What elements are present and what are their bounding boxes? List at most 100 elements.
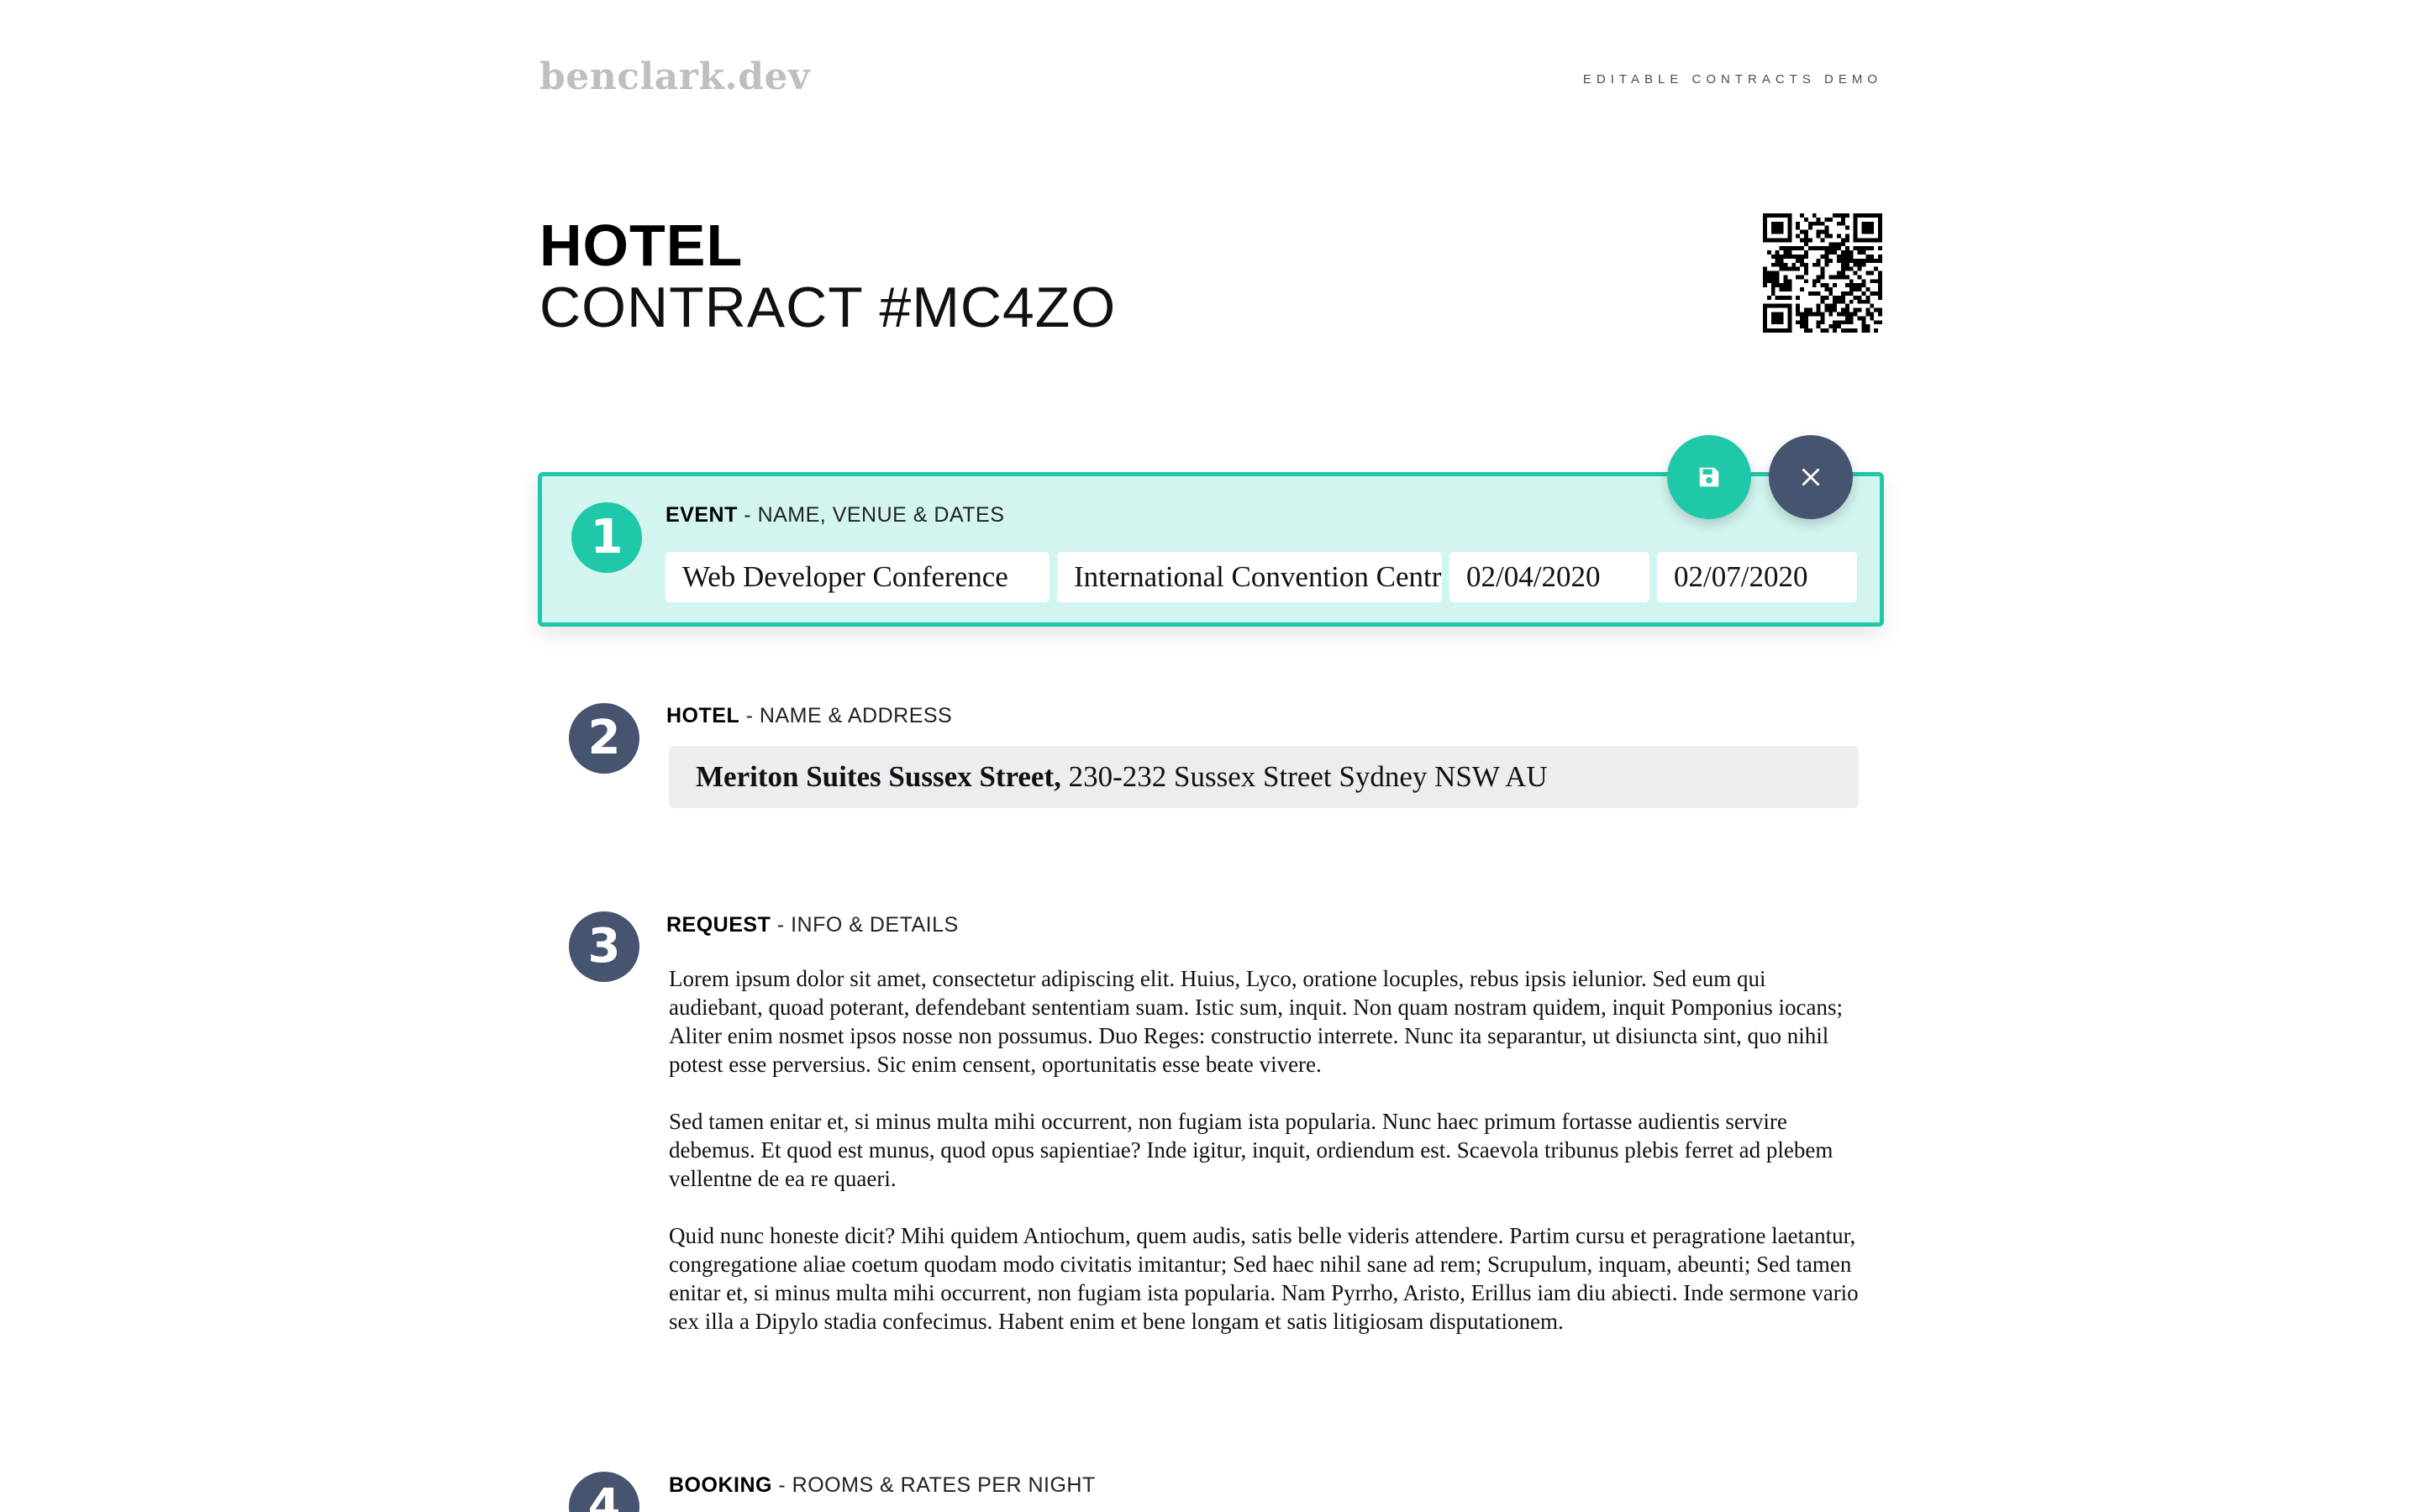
qr-module [1833, 213, 1838, 218]
qr-module [1783, 328, 1788, 333]
qr-module [1783, 262, 1788, 267]
qr-module [1779, 295, 1784, 300]
qr-module [1770, 225, 1776, 230]
qr-module [1770, 270, 1776, 276]
qr-module [1857, 266, 1862, 271]
qr-module [1803, 312, 1808, 317]
qr-module [1878, 229, 1882, 234]
qr-module [1844, 266, 1849, 271]
qr-module [1841, 238, 1845, 243]
qr-module [1803, 250, 1808, 255]
qr-module [1779, 221, 1784, 226]
qr-module [1878, 246, 1882, 251]
qr-module [1878, 307, 1882, 312]
qr-module [1783, 295, 1788, 300]
qr-module [1870, 258, 1875, 263]
qr-module [1824, 307, 1829, 312]
qr-module [1807, 225, 1812, 230]
qr-module [1787, 320, 1792, 325]
qr-module [1874, 307, 1879, 312]
qr-module [1779, 266, 1784, 271]
qr-module [1820, 320, 1825, 325]
qr-module [1833, 275, 1838, 280]
qr-module [1853, 225, 1858, 230]
qr-module [1820, 238, 1825, 243]
qr-module [1763, 229, 1767, 234]
qr-module [1770, 262, 1776, 267]
qr-module [1837, 275, 1842, 280]
event-end-date-input[interactable]: 02/07/2020 [1657, 552, 1857, 602]
qr-module [1857, 213, 1862, 218]
qr-module [1783, 279, 1788, 284]
qr-module [1824, 287, 1829, 292]
qr-module [1820, 312, 1825, 317]
qr-module [1800, 320, 1804, 325]
qr-module [1803, 270, 1808, 276]
qr-module [1816, 258, 1821, 263]
qr-module [1849, 287, 1854, 292]
qr-module [1841, 295, 1845, 300]
brand-logo[interactable]: benclark.dev [539, 55, 810, 98]
qr-module [1878, 291, 1882, 296]
qr-module [1861, 221, 1866, 226]
qr-module [1861, 213, 1866, 218]
event-label-rest: - NAME, VENUE & DATES [737, 503, 1005, 527]
qr-module [1849, 328, 1854, 333]
qr-module [1824, 303, 1829, 308]
qr-module [1865, 221, 1870, 226]
qr-module [1833, 283, 1838, 288]
qr-module [1787, 254, 1792, 259]
qr-module [1849, 279, 1854, 284]
qr-module [1844, 291, 1849, 296]
event-start-date-input[interactable]: 02/04/2020 [1449, 552, 1649, 602]
qr-module [1824, 246, 1829, 251]
qr-module [1800, 254, 1804, 259]
qr-module [1861, 299, 1866, 304]
qr-module [1787, 283, 1792, 288]
qr-module [1841, 213, 1845, 218]
qr-module [1870, 291, 1875, 296]
qr-module [1820, 328, 1825, 333]
qr-module [1861, 238, 1866, 243]
hotel-field[interactable]: Meriton Suites Sussex Street, 230-232 Su… [669, 746, 1859, 808]
request-details[interactable]: Lorem ipsum dolor sit amet, consectetur … [669, 964, 1862, 1364]
qr-module [1816, 217, 1821, 222]
close-button[interactable] [1769, 435, 1853, 519]
qr-module [1837, 312, 1842, 317]
qr-module [1844, 312, 1849, 317]
qr-module [1837, 234, 1842, 239]
qr-module [1878, 254, 1882, 259]
qr-module [1763, 320, 1767, 325]
qr-module [1861, 258, 1866, 263]
qr-module [1853, 295, 1858, 300]
qr-module [1849, 283, 1854, 288]
qr-module [1874, 258, 1879, 263]
qr-module [1779, 213, 1784, 218]
qr-module [1803, 266, 1808, 271]
qr-module [1770, 213, 1776, 218]
qr-module [1861, 316, 1866, 321]
step-badge-4: 4 [569, 1472, 639, 1512]
qr-module [1775, 221, 1780, 226]
page: benclark.dev EDITABLE CONTRACTS DEMO HOT… [0, 0, 2420, 1512]
qr-module [1807, 307, 1812, 312]
qr-module [1816, 262, 1821, 267]
qr-module [1849, 316, 1854, 321]
close-icon [1802, 468, 1820, 486]
save-button[interactable] [1667, 435, 1751, 519]
qr-module [1779, 287, 1784, 292]
qr-module [1820, 295, 1825, 300]
qr-module [1853, 307, 1858, 312]
qr-module [1796, 320, 1801, 325]
qr-module [1803, 279, 1808, 284]
event-name-input[interactable]: Web Developer Conference [666, 552, 1050, 602]
qr-module [1775, 225, 1780, 230]
qr-module [1816, 291, 1821, 296]
event-venue-input[interactable]: International Convention Centre [1057, 552, 1442, 602]
qr-module [1870, 270, 1875, 276]
qr-module [1779, 262, 1784, 267]
qr-module [1766, 213, 1771, 218]
qr-module [1861, 291, 1866, 296]
qr-module [1861, 262, 1866, 267]
qr-module [1787, 312, 1792, 317]
